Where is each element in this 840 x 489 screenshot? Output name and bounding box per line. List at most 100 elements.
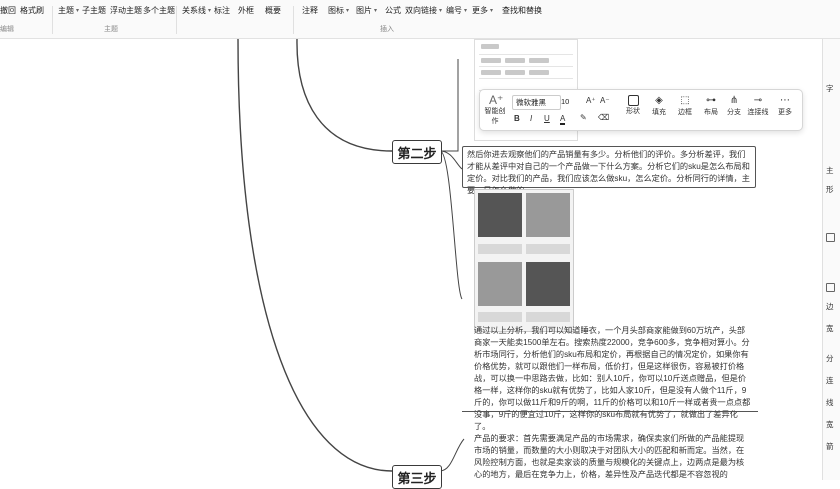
more-options-label: 更多 [778, 109, 792, 116]
table-row [479, 78, 573, 79]
relationship-label: 关系线 [182, 6, 206, 15]
ai-create-label: 智能创作 [484, 108, 506, 125]
numbering-button[interactable]: 编号 ▾ [446, 5, 467, 16]
chevron-down-icon: ▾ [490, 8, 494, 14]
ai-create-button[interactable]: A⁺ 智能创作 [483, 94, 507, 126]
product-thumb [526, 262, 570, 306]
subtopic-button[interactable]: 子主题 [82, 5, 106, 16]
multiple-topics-label: 多个主题 [143, 6, 175, 15]
summary-button[interactable]: 概要 [265, 5, 281, 16]
bidirectional-link-button[interactable]: 双向链接 ▾ [405, 5, 442, 16]
note-label: 注释 [302, 6, 318, 15]
chevron-down-icon: ▾ [208, 8, 212, 14]
connector-button[interactable]: ⊸ 连接线 [745, 95, 771, 117]
product-thumb-caption-bar [526, 312, 570, 322]
layout-button[interactable]: ⊶ 布局 [700, 95, 722, 117]
highlight-icon[interactable]: ✎ [580, 113, 587, 122]
note-underline [462, 411, 758, 412]
ribbon-toolbar: 撤回 格式刷 主题 ▾ 子主题 浮动主题 多个主题 关系线 ▾ 标注 外框 概要 注… [0, 0, 840, 39]
subtopic-label: 子主题 [82, 6, 106, 15]
border-button[interactable]: ⬚ 边框 [674, 95, 696, 117]
boundary-label: 外框 [238, 6, 254, 15]
font-family-select[interactable]: 微软雅黑 [512, 95, 561, 110]
product-images[interactable] [474, 189, 574, 332]
table-chip [505, 58, 525, 63]
formula-button[interactable]: 公式 [385, 5, 401, 16]
right-style-panel: 字 主 形 边 宽 分 连 线 宽 箭 [822, 39, 840, 480]
format-painter-button[interactable]: 格式刷 [20, 5, 44, 16]
ai-sparkle-icon: A⁺ [489, 93, 504, 107]
connector-icon: ⊸ [753, 95, 763, 106]
chevron-down-icon: ▾ [439, 8, 443, 14]
branch-icon: ⋔ [729, 95, 739, 106]
undo-button[interactable]: 撤回 [0, 5, 16, 16]
more-label: 更多 [472, 6, 488, 15]
panel-label: 分 [826, 354, 834, 363]
panel-label: 宽 [826, 420, 834, 429]
more-button[interactable]: 更多 ▾ [472, 5, 493, 16]
floating-topic-button[interactable]: 浮动主题 [110, 5, 142, 16]
shape-button[interactable]: 形状 [622, 95, 644, 116]
table-chip [481, 58, 501, 63]
product-thumb [526, 193, 570, 237]
font-color-button[interactable]: A [560, 114, 566, 125]
find-replace-button[interactable]: 查找和替换 [502, 5, 542, 16]
multiple-topics-button[interactable]: 多个主题 [143, 5, 175, 16]
table-row [479, 66, 573, 67]
shrink-font-button[interactable]: A⁻ [600, 96, 610, 105]
shape-label: 形状 [626, 108, 640, 115]
image-label: 图片 [356, 6, 372, 15]
note-product-requirements[interactable]: 产品的要求：首先需要满足产品的市场需求，确保卖家们所做的产品能提现市场的销量，而… [474, 433, 752, 479]
product-thumb [478, 193, 522, 237]
grow-font-button[interactable]: A⁺ [586, 96, 596, 105]
bidirectional-link-label: 双向链接 [405, 6, 437, 15]
chevron-down-icon: ▾ [374, 8, 378, 14]
panel-checkbox[interactable] [826, 283, 835, 292]
border-icon: ⬚ [680, 95, 690, 106]
topic-label: 主题 [58, 6, 74, 15]
topic-button[interactable]: 主题 ▾ [58, 5, 79, 16]
fill-button[interactable]: ◈ 填充 [648, 95, 670, 117]
topic-step-3[interactable]: 第三步 [392, 465, 442, 489]
formula-label: 公式 [385, 6, 401, 15]
table-chip [481, 70, 501, 75]
table-chip [481, 44, 499, 49]
clear-format-icon[interactable]: ⌫ [598, 113, 609, 122]
product-thumb-caption-bar [526, 244, 570, 254]
callout-button[interactable]: 标注 [214, 5, 230, 16]
icon-button[interactable]: 图标 ▾ [328, 5, 349, 16]
topic-step-2[interactable]: 第二步 [392, 140, 442, 164]
group-label-insert: 插入 [380, 26, 394, 33]
italic-button[interactable]: I [530, 114, 532, 123]
panel-label: 箭 [826, 442, 834, 451]
branch-button[interactable]: ⋔ 分支 [723, 95, 745, 117]
boundary-button[interactable]: 外框 [238, 5, 254, 16]
note-competitor-analysis[interactable]: 然后你进去观察他们的产品销量有多少。分析他们的评价。多分析差评，我们才能从差评中… [462, 146, 756, 195]
group-label-edit: 编辑 [0, 26, 14, 33]
underline-button[interactable]: U [544, 114, 550, 123]
paint-bucket-icon: ◈ [655, 95, 663, 106]
floating-topic-label: 浮动主题 [110, 6, 142, 15]
connector-label: 连接线 [747, 109, 769, 116]
note-button[interactable]: 注释 [302, 5, 318, 16]
image-button[interactable]: 图片 ▾ [356, 5, 377, 16]
chevron-down-icon: ▾ [76, 8, 80, 14]
font-size-select[interactable]: 10 [561, 95, 583, 108]
border-label: 边框 [678, 109, 692, 116]
table-chip [529, 70, 549, 75]
fill-label: 填充 [652, 109, 666, 116]
bold-button[interactable]: B [514, 114, 520, 123]
relationship-button[interactable]: 关系线 ▾ [182, 5, 211, 16]
panel-checkbox[interactable] [826, 233, 835, 242]
panel-label: 字 [826, 84, 834, 93]
shape-icon [627, 95, 639, 106]
group-label-topic: 主题 [104, 26, 118, 33]
layout-label: 布局 [704, 109, 718, 116]
product-thumb-caption-bar [478, 244, 522, 254]
chevron-down-icon: ▾ [464, 8, 468, 14]
more-options-button[interactable]: ⋯ 更多 [774, 95, 796, 117]
more-dots-icon: ⋯ [780, 95, 790, 106]
note-sku-analysis[interactable]: 通过以上分析，我们可以知道睡衣，一个月头部商家能做到60万坑产，头部商家一天能卖… [474, 325, 752, 431]
panel-label: 形 [826, 185, 834, 194]
table-chip [529, 58, 549, 63]
